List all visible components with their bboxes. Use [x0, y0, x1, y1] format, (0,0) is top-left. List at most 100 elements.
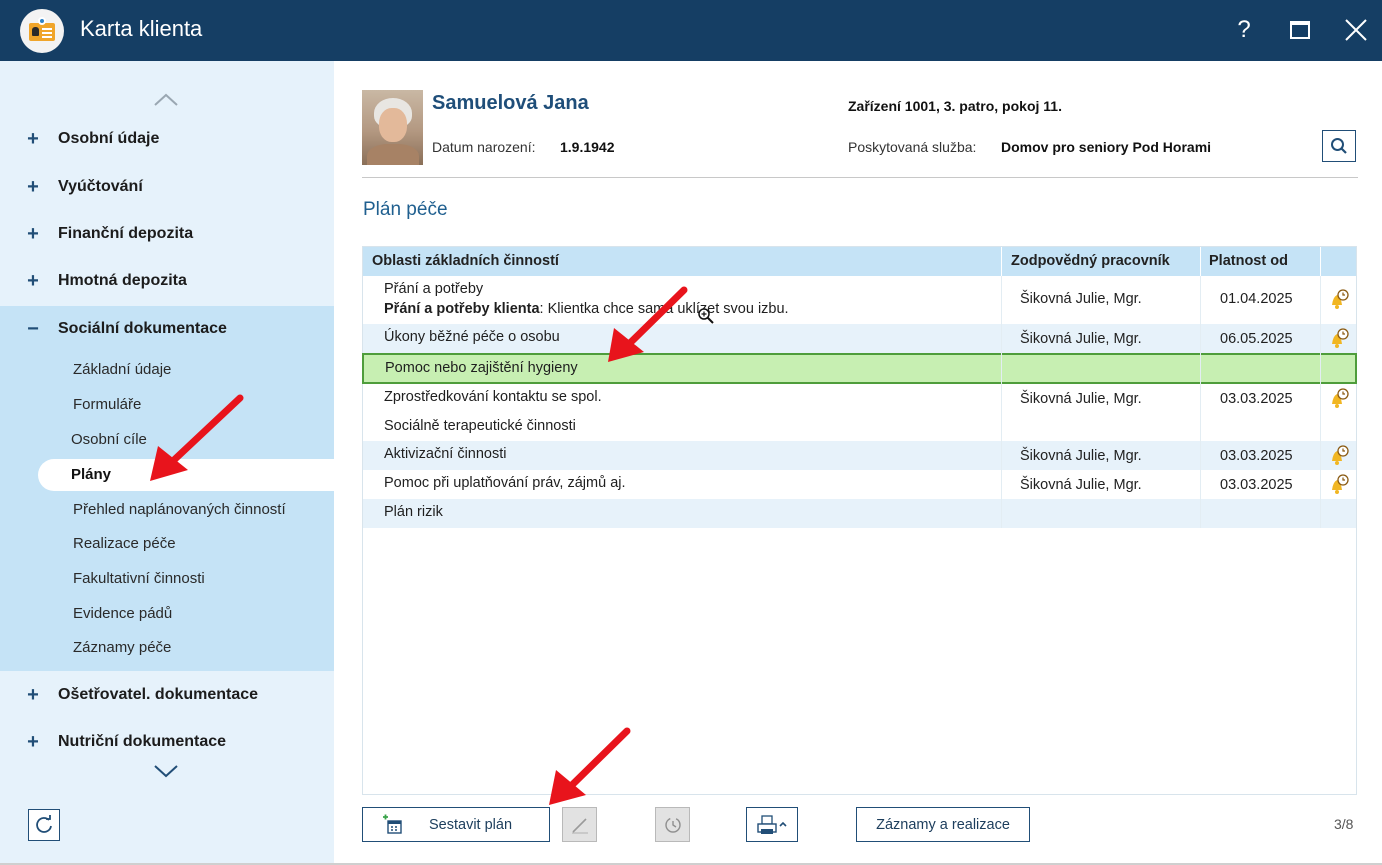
sidebar-section-osobni-udaje[interactable]: + Osobní údaje: [0, 119, 334, 159]
build-plan-button[interactable]: Sestavit plán: [362, 807, 550, 842]
sidebar-section-socialni-dokumentace[interactable]: − Sociální dokumentace: [0, 309, 334, 349]
bell-clock-icon[interactable]: [1328, 327, 1350, 349]
pencil-icon: [571, 817, 588, 833]
row-date: 03.03.2025: [1220, 477, 1293, 493]
sidebar: + Osobní údaje + Vyúčtování + Finanční d…: [0, 61, 334, 865]
row-area: Aktivizační činnosti: [384, 446, 507, 462]
facility-location: Zařízení 1001, 3. patro, pokoj 11.: [848, 98, 1062, 114]
table-row[interactable]: Přání a potřeby Přání a potřeby klienta:…: [363, 276, 1356, 324]
expand-icon: +: [27, 127, 39, 150]
maximize-button[interactable]: [1284, 14, 1316, 46]
window-title: Karta klienta: [80, 16, 203, 41]
sidebar-section-vyuctovani[interactable]: + Vyúčtování: [0, 167, 334, 207]
expand-icon: +: [27, 222, 39, 245]
expand-icon: +: [27, 730, 39, 753]
help-button[interactable]: ?: [1228, 14, 1260, 46]
search-icon: [1331, 138, 1347, 154]
table-row[interactable]: Sociálně terapeutické činnosti: [363, 413, 1356, 441]
sidebar-section-label: Nutriční dokumentace: [58, 733, 227, 750]
row-date: 03.03.2025: [1220, 391, 1293, 407]
column-header-area[interactable]: Oblasti základních činností: [372, 247, 559, 276]
row-date: 01.04.2025: [1220, 291, 1293, 307]
sidebar-section-label: Hmotná depozita: [58, 272, 187, 289]
edit-button[interactable]: [562, 807, 597, 842]
refresh-icon: [36, 815, 52, 833]
service-label: Poskytovaná služba:: [848, 139, 977, 155]
column-divider: [1200, 276, 1201, 528]
close-icon: [1345, 19, 1367, 41]
table-row-selected[interactable]: Pomoc nebo zajištění hygieny: [362, 353, 1357, 384]
sidebar-section-osetrovatel-dokumentace[interactable]: + Ošetřovatel. dokumentace: [0, 675, 334, 715]
sidebar-item-formulare[interactable]: Formuláře: [73, 391, 141, 419]
page-title: Plán péče: [363, 199, 448, 220]
row-area: Plán rizik: [384, 504, 443, 520]
table-row[interactable]: Aktivizační činnosti Šikovná Julie, Mgr.…: [363, 441, 1356, 470]
sidebar-section-nutricni-dokumentace[interactable]: + Nutriční dokumentace: [0, 722, 334, 762]
sidebar-section-label: Sociální dokumentace: [58, 320, 227, 337]
row-worker: Šikovná Julie, Mgr.: [1020, 477, 1142, 493]
build-plan-label: Sestavit plán: [429, 816, 513, 833]
table-row[interactable]: Pomoc při uplatňování práv, zájmů aj. Ši…: [363, 470, 1356, 499]
table-row[interactable]: Plán rizik: [363, 499, 1356, 528]
sidebar-item-zaznamy-pece[interactable]: Záznamy péče: [73, 634, 171, 662]
row-worker: Šikovná Julie, Mgr.: [1020, 331, 1142, 347]
sidebar-item-evidence-padu[interactable]: Evidence pádů: [73, 600, 172, 628]
sidebar-item-plany[interactable]: Plány: [38, 459, 334, 491]
sidebar-section-label: Osobní údaje: [58, 130, 160, 147]
history-button[interactable]: [655, 807, 690, 842]
records-button[interactable]: Záznamy a realizace: [856, 807, 1030, 842]
sidebar-item-realizace-pece[interactable]: Realizace péče: [73, 530, 176, 558]
collapse-icon: −: [27, 317, 39, 340]
bell-clock-icon[interactable]: [1328, 444, 1350, 466]
bell-clock-icon[interactable]: [1328, 387, 1350, 409]
table-row[interactable]: Zprostředkování kontaktu se spol. Šikovn…: [363, 384, 1356, 413]
history-icon: [664, 816, 681, 833]
column-divider: [1001, 276, 1002, 528]
row-note: Přání a potřeby klienta: Klientka chce s…: [384, 301, 789, 317]
page-counter: 3/8: [1334, 816, 1354, 832]
sidebar-item-prehled-cinnosti[interactable]: Přehled naplánovaných činností: [73, 496, 286, 524]
row-note-text: : Klientka chce sama uklízet svou izbu.: [539, 301, 789, 317]
scroll-down-chevron-icon[interactable]: [153, 761, 179, 781]
sidebar-item-osobni-cile[interactable]: Osobní cíle: [71, 426, 147, 454]
row-worker: Šikovná Julie, Mgr.: [1020, 291, 1142, 307]
scroll-up-chevron-icon[interactable]: [153, 90, 179, 110]
refresh-button[interactable]: [28, 809, 60, 841]
dob-label: Datum narození:: [432, 139, 536, 155]
client-name: Samuelová Jana: [432, 92, 589, 114]
sidebar-section-label: Ošetřovatel. dokumentace: [58, 686, 259, 703]
dob-value: 1.9.1942: [560, 139, 615, 155]
service-value: Domov pro seniory Pod Horami: [1001, 139, 1212, 155]
row-area: Pomoc nebo zajištění hygieny: [385, 360, 578, 376]
sidebar-item-zakladni-udaje[interactable]: Základní údaje: [73, 356, 171, 384]
row-area: Přání a potřeby: [384, 281, 484, 297]
row-date: 06.05.2025: [1220, 331, 1293, 347]
column-divider: [1320, 276, 1321, 528]
close-button[interactable]: [1340, 14, 1372, 46]
row-date: 03.03.2025: [1220, 448, 1293, 464]
header-divider: [362, 177, 1358, 178]
table-header: Oblasti základních činností Zodpovědný p…: [363, 247, 1356, 276]
expand-icon: +: [27, 683, 39, 706]
column-header-worker[interactable]: Zodpovědný pracovník: [1011, 247, 1170, 276]
row-area: Pomoc při uplatňování práv, zájmů aj.: [384, 475, 626, 491]
calendar-add-icon: [383, 814, 402, 834]
sidebar-section-financni-depozita[interactable]: + Finanční depozita: [0, 214, 334, 254]
table-row[interactable]: Úkony běžné péče o osobu Šikovná Julie, …: [363, 324, 1356, 353]
sidebar-section-hmotna-depozita[interactable]: + Hmotná depozita: [0, 261, 334, 301]
row-note-bold: Přání a potřeby klienta: [384, 301, 540, 317]
care-plan-table: Oblasti základních činností Zodpovědný p…: [362, 246, 1357, 795]
print-button[interactable]: [746, 807, 798, 842]
bell-clock-icon[interactable]: [1328, 288, 1350, 310]
expand-icon: +: [27, 269, 39, 292]
sidebar-section-label: Vyúčtování: [58, 178, 143, 195]
zoom-cursor-icon: [698, 308, 714, 324]
client-photo: [362, 90, 423, 165]
bell-clock-icon[interactable]: [1328, 473, 1350, 495]
row-area: Sociálně terapeutické činnosti: [384, 418, 576, 434]
column-header-valid-from[interactable]: Platnost od: [1209, 247, 1288, 276]
sidebar-section-label: Finanční depozita: [58, 225, 194, 242]
sidebar-item-fakultativni-cinnosti[interactable]: Fakultativní činnosti: [73, 565, 205, 593]
search-button[interactable]: [1322, 130, 1356, 162]
client-card-icon: [20, 9, 64, 53]
